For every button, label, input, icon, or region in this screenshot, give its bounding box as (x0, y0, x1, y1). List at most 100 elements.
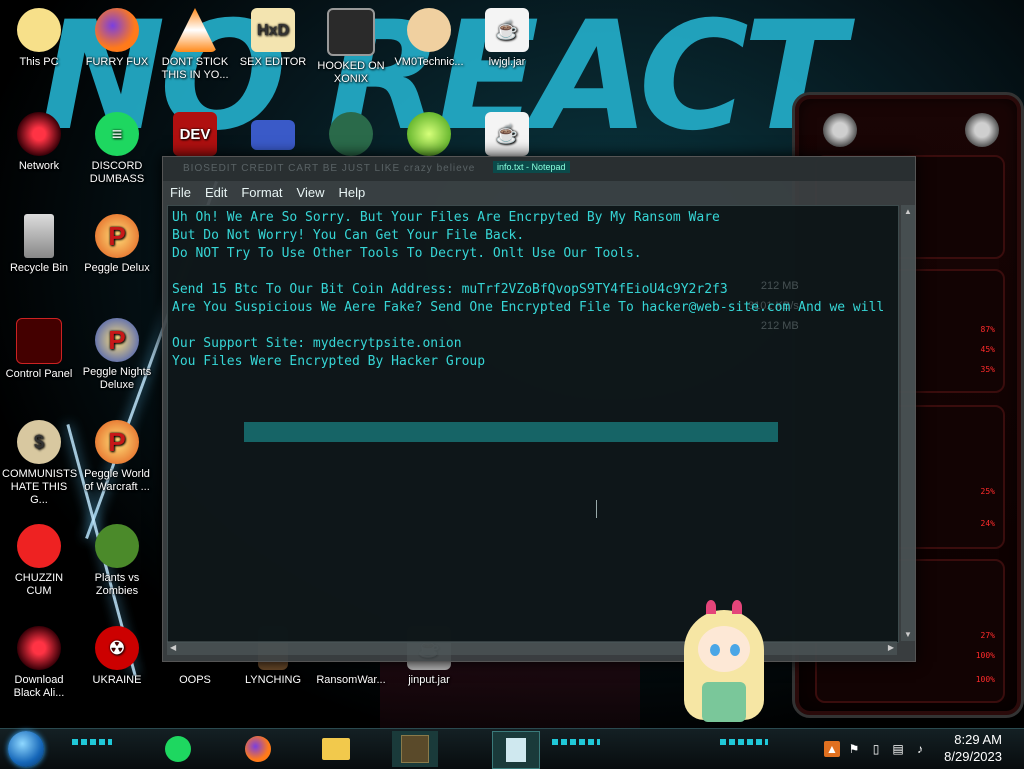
desktop-icon-plants-vs-zombies[interactable]: Plants vs Zombies (80, 524, 154, 598)
desktop-icon-label: jinput.jar (408, 674, 450, 686)
xonix-icon (327, 8, 375, 56)
desktop-icon-label: DISCORD DUMBASS (89, 160, 145, 185)
desktop-icon-network[interactable]: Network (2, 112, 76, 173)
firefox-icon (95, 8, 139, 52)
gadget-value: 45% (980, 345, 995, 354)
vertical-scrollbar[interactable]: ▲ ▼ (901, 205, 915, 641)
horizontal-scrollbar[interactable]: ◀ ▶ (167, 641, 897, 655)
scroll-up-arrow-icon[interactable]: ▲ (904, 207, 912, 216)
java-icon: ☕ (485, 8, 529, 52)
desktop-icon-label: RansomWar... (316, 674, 386, 686)
scroll-right-arrow-icon[interactable]: ▶ (888, 643, 894, 652)
text-line: Are You Suspicious We Aere Fake? Send On… (172, 300, 885, 315)
desktop-icon-furry-fux[interactable]: FURRY FUX (80, 8, 154, 69)
radiation-icon: ☢ (95, 626, 139, 670)
desktop-icon-dont-stick[interactable]: DONT STICK THIS IN YO... (158, 8, 232, 82)
menu-bar: File Edit Format View Help (163, 183, 915, 203)
notepad-window[interactable]: BIOSEDIT CREDIT CART BE JUST LIKE crazy … (162, 156, 916, 662)
mascot-horn (732, 600, 742, 614)
desktop-icon-santa[interactable] (314, 112, 388, 160)
desktop-icon-peggle-wow[interactable]: P Peggle World of Warcraft ... (80, 420, 154, 494)
text-line: Our Support Site: mydecrytpsite.onion (172, 336, 462, 351)
action-center-icon[interactable]: ▯ (868, 741, 884, 757)
desktop-icon-dev-cpp[interactable]: DEV (158, 112, 232, 160)
desktop-icon-label: Plants vs Zombies (94, 572, 140, 597)
gadget-value: 27% (980, 631, 995, 640)
mascot-face (698, 626, 750, 672)
desktop-icon-java-2[interactable]: ☕ (470, 112, 544, 160)
desktop-icon-label: Recycle Bin (9, 262, 69, 274)
alien-orb-icon (17, 626, 61, 670)
flag-icon[interactable]: ⚑ (846, 741, 862, 757)
text-line: Send 15 Btc To Our Bit Coin Address: muT… (172, 282, 728, 297)
desktop-mascot (676, 600, 772, 728)
desktop-icon-peggle-nights[interactable]: P Peggle Nights Deluxe (80, 318, 154, 392)
window-title: info.txt - Notepad (493, 161, 570, 173)
minecraft-icon (401, 735, 429, 763)
desktop-icon-download-black-alien[interactable]: Download Black Ali... (2, 626, 76, 700)
menu-file[interactable]: File (163, 183, 198, 202)
text-editor-area[interactable]: 212 MB 3101 KB/s 212 MB Uh Oh! We Are So… (167, 205, 899, 643)
firefox-icon (245, 736, 271, 762)
menu-format[interactable]: Format (234, 183, 289, 202)
scroll-left-arrow-icon[interactable]: ◀ (170, 643, 176, 652)
start-button[interactable] (8, 731, 44, 767)
desktop-icon-sex-editor[interactable]: HxD SEX EDITOR (236, 8, 310, 69)
desktop-icon-recycle-bin[interactable]: Recycle Bin (2, 214, 76, 275)
network-icon[interactable]: ▤ (890, 741, 906, 757)
taskbar-accent (720, 739, 768, 745)
taskbar-spotify[interactable] (158, 731, 198, 767)
text-line: You Files Were Encrypted By Hacker Group (172, 354, 486, 369)
taskbar-minecraft[interactable] (392, 731, 438, 767)
santa-icon (329, 112, 373, 156)
desktop-icon-discord-dumbass[interactable]: ≡ DISCORD DUMBASS (80, 112, 154, 186)
desktop-icon-label: HOOKED ON XONIX (317, 60, 385, 85)
desktop-icon-lwjgl-jar[interactable]: ☕ lwjgl.jar (470, 8, 544, 69)
plants-icon (95, 524, 139, 568)
desktop-icon-this-pc[interactable]: This PC (2, 8, 76, 69)
taskbar-firefox[interactable] (238, 731, 278, 767)
desktop-icon-label: FURRY FUX (85, 56, 149, 68)
card-icon (251, 120, 295, 150)
alien-head-icon (823, 113, 857, 147)
desktop-icon-control-panel[interactable]: Control Panel (2, 318, 76, 381)
desktop-icon-ukraine[interactable]: ☢ UKRAINE (80, 626, 154, 687)
desktop-icon-label: UKRAINE (92, 674, 142, 686)
text-line: But Do Not Worry! You Can Get Your File … (172, 228, 525, 243)
desktop-icon-hooked-on-xonix[interactable]: HOOKED ON XONIX (314, 8, 388, 86)
file-explorer-icon (322, 738, 350, 760)
desktop-icon-label: This PC (19, 56, 59, 68)
firewall-icon[interactable]: ▲ (824, 741, 840, 757)
volume-icon[interactable]: ♪ (912, 741, 928, 757)
gadget-value: 24% (980, 519, 995, 528)
menu-view[interactable]: View (290, 183, 332, 202)
desktop-icon-label: CHUZZIN CUM (14, 572, 64, 597)
desktop-icon-label: lwjgl.jar (488, 56, 526, 68)
desktop-icon-label: Download Black Ali... (13, 674, 65, 699)
taskbar: ▲ ⚑ ▯ ▤ ♪ 8:29 AM 8/29/2023 (0, 728, 1024, 769)
desktop-icon-credit-card[interactable] (236, 112, 310, 154)
window-titlebar[interactable]: BIOSEDIT CREDIT CART BE JUST LIKE crazy … (163, 157, 915, 181)
menu-help[interactable]: Help (331, 183, 372, 202)
taskbar-file-explorer[interactable] (316, 731, 356, 767)
desktop-icon-label: LYNCHING (244, 674, 302, 686)
taskbar-accent (72, 739, 112, 745)
spotify-icon: ≡ (95, 112, 139, 156)
desktop-icon-vm0technic[interactable]: VM0Technic... (392, 8, 466, 69)
desktop-icon-lime[interactable] (392, 112, 466, 160)
desktop-icon-label: DONT STICK THIS IN YO... (161, 56, 229, 81)
scroll-down-arrow-icon[interactable]: ▼ (904, 630, 912, 639)
desktop-icon-communists[interactable]: $ COMMUNISTS HATE THIS G... (2, 420, 77, 507)
control-panel-icon (16, 318, 62, 364)
taskbar-notepad[interactable] (492, 731, 540, 769)
desktop-icon-label: Peggle World of Warcraft ... (84, 468, 150, 493)
desktop-icon-peggle-delux[interactable]: P Peggle Delux (80, 214, 154, 275)
desktop-icon-label: Control Panel (5, 368, 73, 380)
taskbar-clock[interactable]: 8:29 AM 8/29/2023 (944, 731, 1002, 765)
mascot-dress (702, 682, 746, 722)
ghost-stat: 212 MB (760, 280, 799, 292)
desktop-icon-label: Peggle Nights Deluxe (82, 366, 152, 391)
desktop-icon-chuzzin[interactable]: CHUZZIN CUM (2, 524, 76, 598)
desktop-icon-label: Network (18, 160, 60, 172)
menu-edit[interactable]: Edit (198, 183, 234, 202)
